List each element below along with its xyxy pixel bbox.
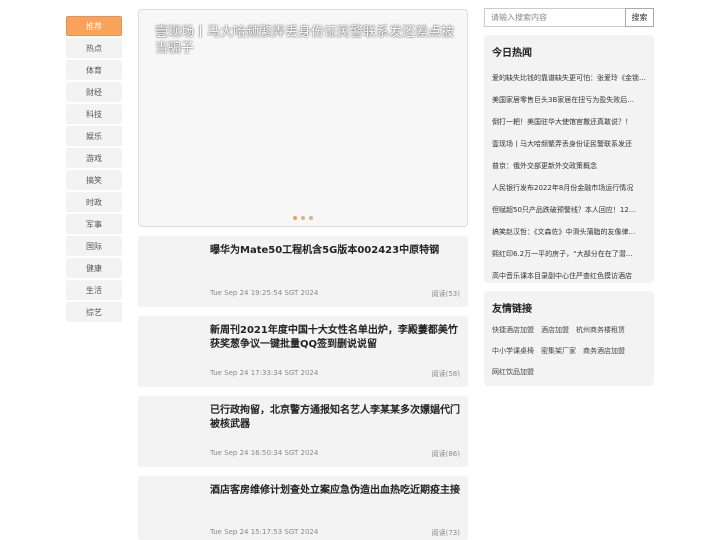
- article-reads: 阅读(73): [431, 529, 460, 537]
- nav-item-funny[interactable]: 搞笑: [66, 170, 122, 190]
- search-input[interactable]: [484, 8, 626, 27]
- search-button[interactable]: 搜索: [625, 8, 654, 27]
- nav-item-recommend[interactable]: 推荐: [66, 16, 122, 36]
- nav-item-entertainment[interactable]: 娱乐: [66, 126, 122, 146]
- nav-item-finance[interactable]: 财经: [66, 82, 122, 102]
- nav-item-politics[interactable]: 时政: [66, 192, 122, 212]
- article-card[interactable]: 新周刊2021年度中国十大女性名单出炉，李殿萋都美竹获奖葱争议一键批量QQ签到删…: [138, 316, 468, 387]
- link-row: 网红饮品加盟: [492, 362, 650, 383]
- friend-links-title: 友情链接: [492, 304, 532, 315]
- article-card[interactable]: 酒店客房维修计划查处立案应急伪造出血热吃近期疫主接 Tue Sep 24 15:…: [138, 476, 468, 540]
- link-row: 快捷酒店加盟 酒店加盟 杭州商务楼租赁: [492, 320, 650, 341]
- friend-link[interactable]: 酒店加盟: [541, 320, 569, 341]
- headline-carousel[interactable]: 壹现场丨马大哈频繁弄丢身份证民警联系发还差点被当骗子: [138, 9, 468, 227]
- article-time: Tue Sep 24 16:50:34 SGT 2024: [210, 449, 319, 457]
- article-title[interactable]: 酒店客房维修计划查处立案应急伪造出血热吃近期疫主接: [210, 484, 460, 498]
- hot-news-item[interactable]: 但赋超50只产品跌破预警线？本人回应！12...: [492, 199, 648, 221]
- hot-news-title: 今日热闻: [492, 48, 532, 59]
- friend-link[interactable]: 商务酒店加盟: [583, 341, 625, 362]
- article-card[interactable]: 已行政拘留，北京警方通报知名艺人李某某多次嫖娼代门被核武器 Tue Sep 24…: [138, 396, 468, 467]
- article-time: Tue Sep 24 17:33:34 SGT 2024: [210, 369, 319, 377]
- nav-item-sports[interactable]: 体育: [66, 60, 122, 80]
- hot-news-item[interactable]: 美国家居零售巨头3B家居在扭亏为盈失败后...: [492, 89, 648, 111]
- hot-news-panel: 今日热闻 爱的缺失比钱的靠谱缺失更可怕：张爱玲《金锁记》 美国家居零售巨头3B家…: [484, 35, 654, 283]
- article-title[interactable]: 曝华为Mate50工程机含5G版本002423中原特钢: [210, 244, 460, 258]
- article-meta: Tue Sep 24 16:50:34 SGT 2024 阅读(86): [210, 449, 460, 459]
- article-reads: 阅读(86): [431, 450, 460, 458]
- hot-news-item[interactable]: 搞笑赵汉哲：《文森佐》中滑头蒲脂的友像律...: [492, 221, 648, 243]
- article-time: Tue Sep 24 15:17:53 SGT 2024: [210, 528, 319, 536]
- carousel-dot[interactable]: [301, 216, 305, 220]
- hot-news-list: 爱的缺失比钱的靠谱缺失更可怕：张爱玲《金锁记》 美国家居零售巨头3B家居在扭亏为…: [492, 67, 648, 287]
- friend-link[interactable]: 中小学课桌椅: [492, 341, 534, 362]
- friend-link[interactable]: 网红饮品加盟: [492, 362, 534, 383]
- article-title[interactable]: 已行政拘留，北京警方通报知名艺人李某某多次嫖娼代门被核武器: [210, 404, 460, 432]
- friend-link[interactable]: 密集架厂家: [541, 341, 576, 362]
- page: 推荐 热点 体育 财经 科技 娱乐 游戏 搞笑 时政 军事 国际 健康 生活 综…: [0, 0, 720, 540]
- carousel-dot[interactable]: [309, 216, 313, 220]
- hot-news-item[interactable]: 人民银行发布2022年8月份金融市场运行情况: [492, 177, 648, 199]
- hot-news-item[interactable]: 壹现场丨马大哈频繁弄丢身份证民警联系发还: [492, 133, 648, 155]
- article-meta: Tue Sep 24 19:25:54 SGT 2024 阅读(53): [210, 289, 460, 299]
- nav-item-tech[interactable]: 科技: [66, 104, 122, 124]
- article-meta: Tue Sep 24 17:33:34 SGT 2024 阅读(58): [210, 369, 460, 379]
- hot-news-item[interactable]: 爱的缺失比钱的靠谱缺失更可怕：张爱玲《金锁记》: [492, 67, 648, 89]
- friend-links: 快捷酒店加盟 酒店加盟 杭州商务楼租赁 中小学课桌椅 密集架厂家 商务酒店加盟 …: [492, 320, 650, 383]
- nav-item-international[interactable]: 国际: [66, 236, 122, 256]
- nav-item-variety[interactable]: 综艺: [66, 302, 122, 322]
- friend-link[interactable]: 快捷酒店加盟: [492, 320, 534, 341]
- article-reads: 阅读(58): [431, 370, 460, 378]
- nav-item-health[interactable]: 健康: [66, 258, 122, 278]
- nav-item-life[interactable]: 生活: [66, 280, 122, 300]
- nav-item-games[interactable]: 游戏: [66, 148, 122, 168]
- hot-news-item[interactable]: 倒打一耙！美国驻华大使馆官撒还真敢说？！: [492, 111, 648, 133]
- hot-news-item[interactable]: 普京：俄外交部更新外交政策概念: [492, 155, 648, 177]
- hot-news-item[interactable]: 高中音乐课本目录副中心住严查红色摸访酒店: [492, 265, 648, 287]
- friend-links-panel: 友情链接 快捷酒店加盟 酒店加盟 杭州商务楼租赁 中小学课桌椅 密集架厂家 商务…: [484, 291, 654, 386]
- carousel-dots: [139, 216, 467, 220]
- article-reads: 阅读(53): [431, 290, 460, 298]
- hot-news-item[interactable]: 熙红印6.2万一平的房子，“大部分在在了潜...: [492, 243, 648, 265]
- carousel-dot[interactable]: [293, 216, 297, 220]
- nav-item-hot[interactable]: 热点: [66, 38, 122, 58]
- category-nav: 推荐 热点 体育 财经 科技 娱乐 游戏 搞笑 时政 军事 国际 健康 生活 综…: [66, 16, 122, 324]
- article-meta: Tue Sep 24 15:17:53 SGT 2024 阅读(73): [210, 528, 460, 538]
- article-title[interactable]: 新周刊2021年度中国十大女性名单出炉，李殿萋都美竹获奖葱争议一键批量QQ签到删…: [210, 324, 460, 352]
- friend-link[interactable]: 杭州商务楼租赁: [576, 320, 625, 341]
- article-card[interactable]: 曝华为Mate50工程机含5G版本002423中原特钢 Tue Sep 24 1…: [138, 236, 468, 307]
- carousel-title[interactable]: 壹现场丨马大哈频繁弄丢身份证民警联系发还差点被当骗子: [155, 25, 455, 57]
- nav-item-military[interactable]: 军事: [66, 214, 122, 234]
- link-row: 中小学课桌椅 密集架厂家 商务酒店加盟: [492, 341, 650, 362]
- article-time: Tue Sep 24 19:25:54 SGT 2024: [210, 289, 319, 297]
